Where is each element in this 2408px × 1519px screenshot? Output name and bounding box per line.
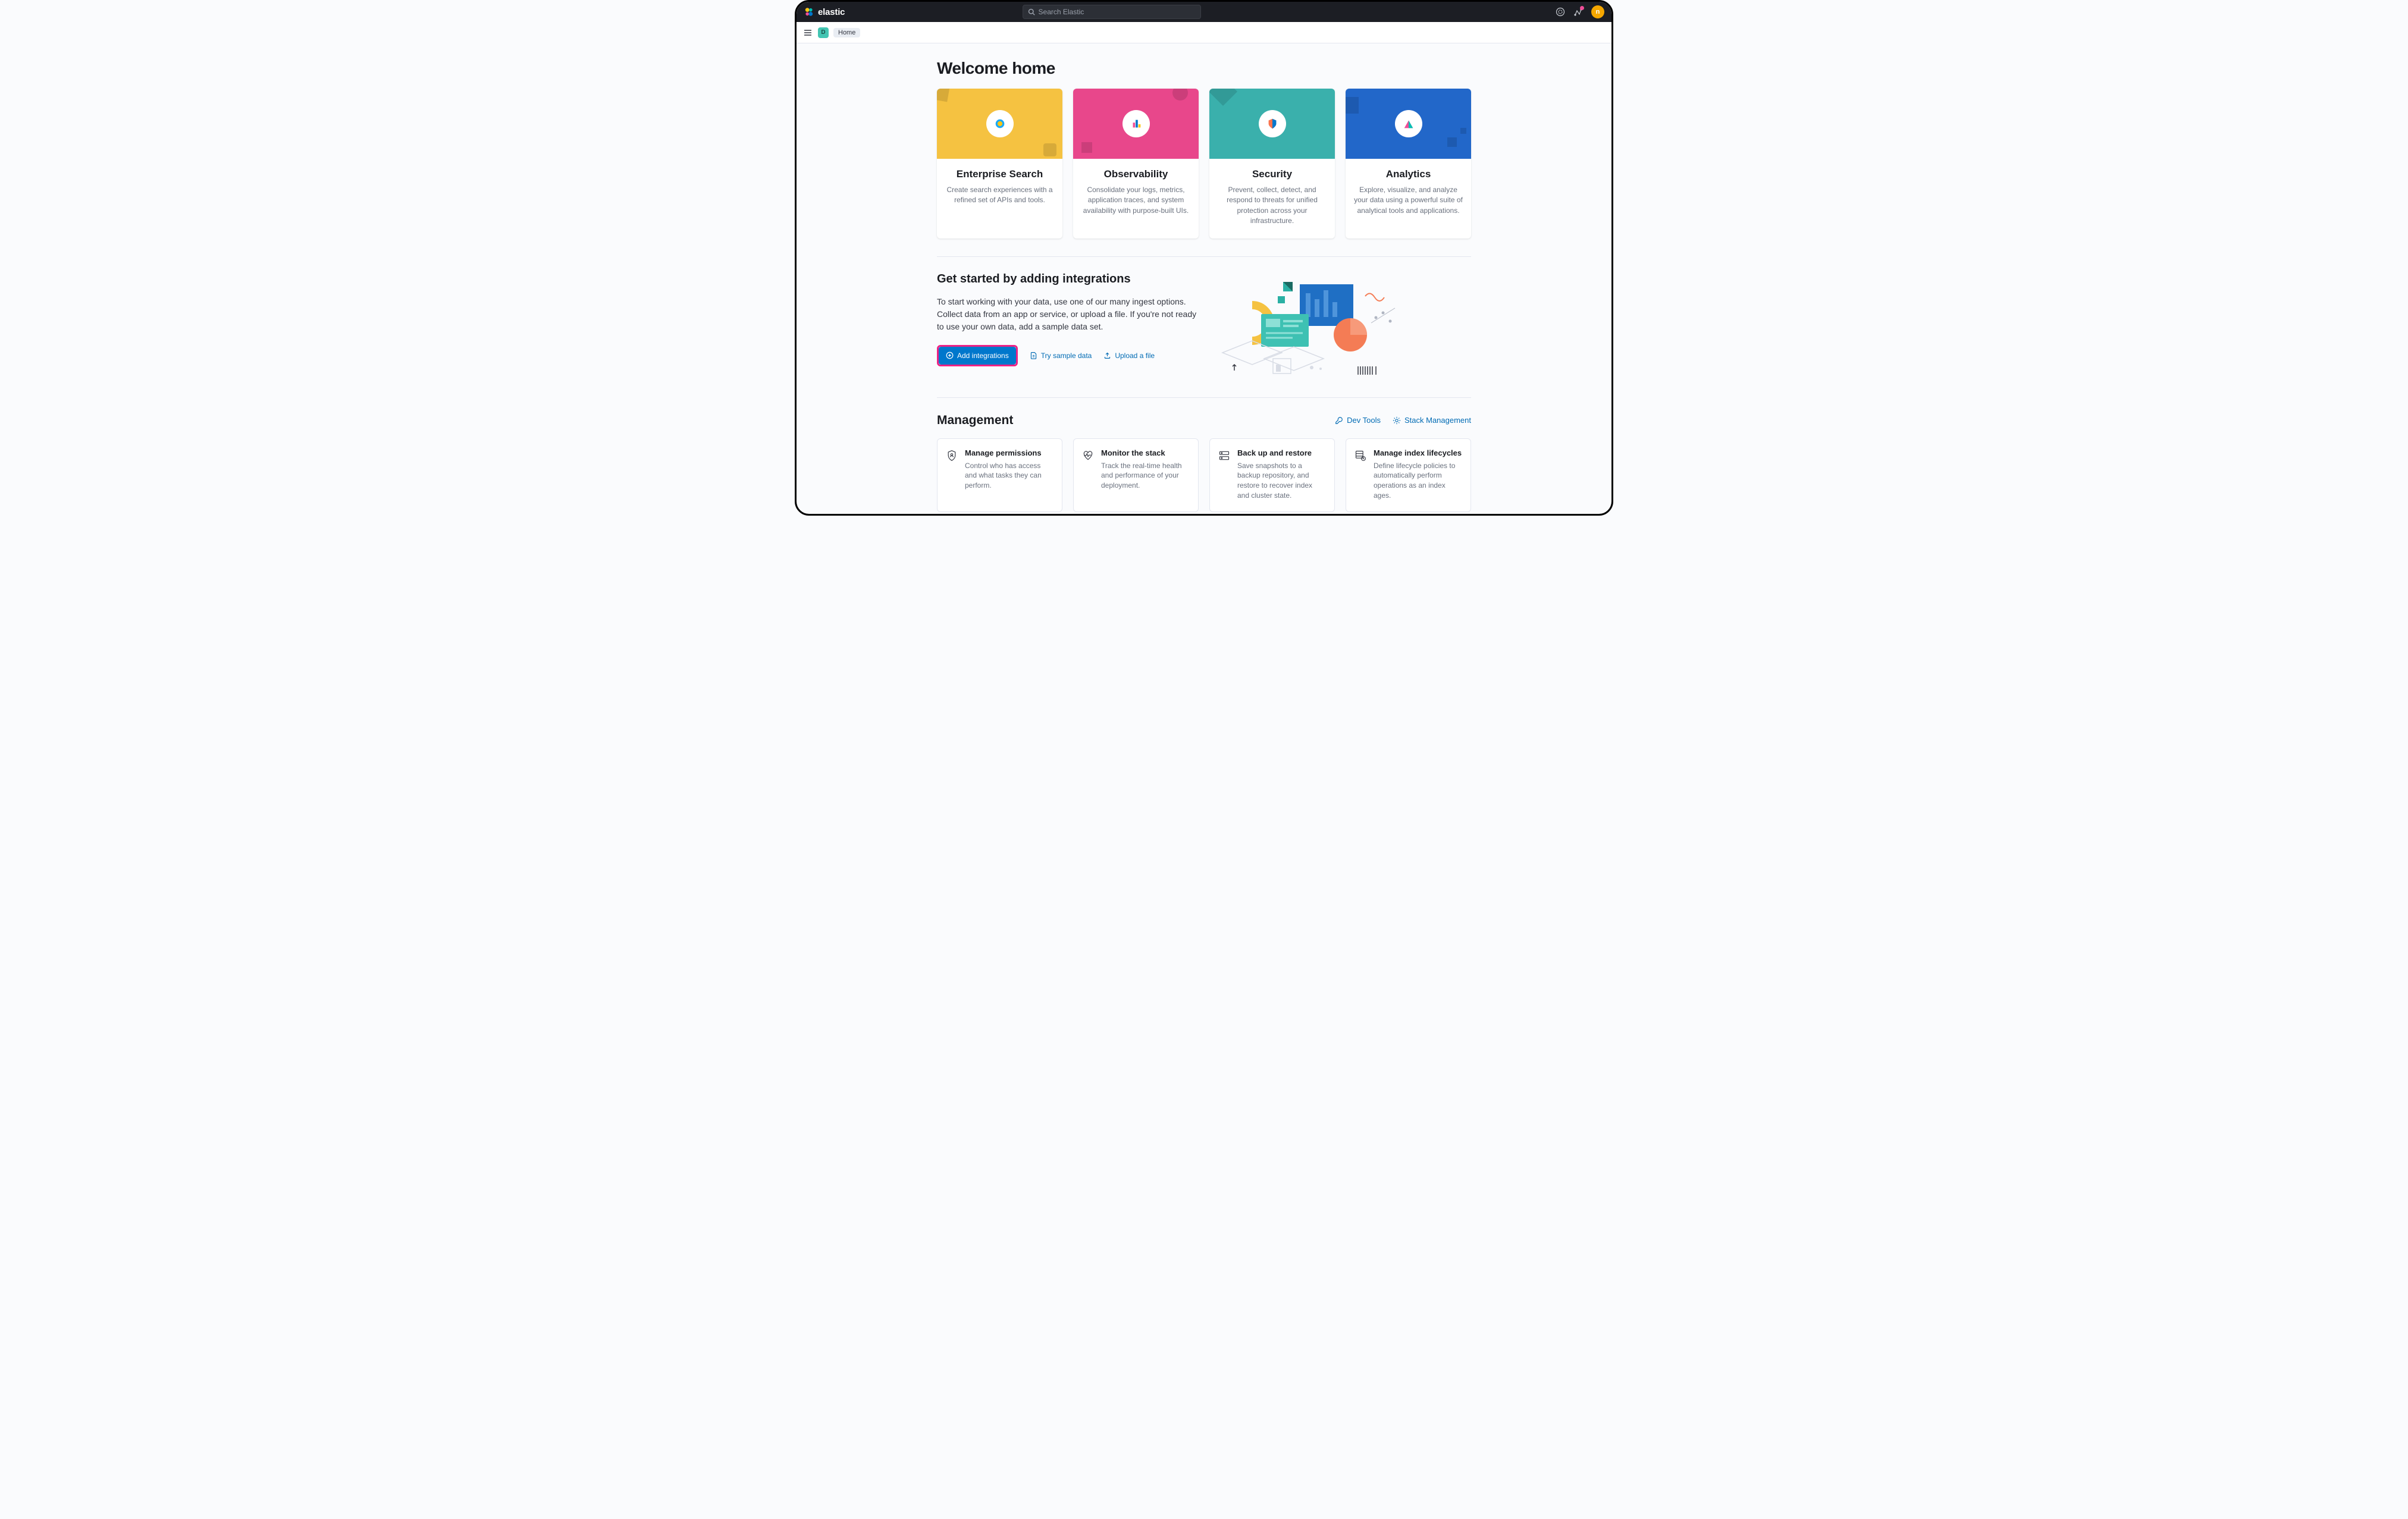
- solution-desc: Prevent, collect, detect, and respond to…: [1218, 185, 1327, 227]
- mgmt-manage-permissions[interactable]: Manage permissions Control who has acces…: [937, 438, 1062, 512]
- solution-title: Analytics: [1354, 168, 1463, 180]
- security-icon: [1266, 117, 1279, 130]
- brand-logo[interactable]: elastic: [804, 7, 845, 17]
- integrations-illustration: [1216, 272, 1407, 379]
- card-desc: Track the real-time health and performan…: [1101, 461, 1190, 491]
- mgmt-monitor-stack[interactable]: Monitor the stack Track the real-time he…: [1073, 438, 1199, 512]
- solution-security[interactable]: Security Prevent, collect, detect, and r…: [1209, 89, 1335, 238]
- link-label: Try sample data: [1041, 351, 1092, 360]
- solution-observability[interactable]: Observability Consolidate your logs, met…: [1073, 89, 1199, 238]
- wrench-icon: [1335, 416, 1343, 425]
- integrations-heading: Get started by adding integrations: [937, 272, 1199, 286]
- link-label: Stack Management: [1404, 416, 1471, 425]
- main-content: Welcome home Enterprise Search Create se…: [937, 43, 1471, 516]
- solution-analytics[interactable]: Analytics Explore, visualize, and analyz…: [1346, 89, 1471, 238]
- card-desc: Save snapshots to a backup repository, a…: [1237, 461, 1326, 501]
- breadcrumb-bar: D Home: [797, 22, 1611, 43]
- brand-name: elastic: [818, 7, 845, 17]
- nav-toggle-icon[interactable]: [802, 27, 813, 38]
- storage-icon: [1218, 450, 1230, 465]
- gear-icon: [1393, 416, 1401, 425]
- divider: [937, 256, 1471, 257]
- add-integrations-highlight: Add integrations: [937, 345, 1018, 366]
- card-desc: Control who has access and what tasks th…: [965, 461, 1054, 491]
- dev-tools-link[interactable]: Dev Tools: [1335, 416, 1381, 425]
- observability-icon: [1130, 117, 1143, 130]
- link-label: Upload a file: [1115, 351, 1155, 360]
- document-icon: [1030, 351, 1037, 359]
- page-title: Welcome home: [937, 59, 1471, 78]
- index-settings-icon: [1354, 450, 1366, 465]
- elastic-logo-icon: [804, 7, 814, 17]
- mgmt-backup-restore[interactable]: Back up and restore Save snapshots to a …: [1209, 438, 1335, 512]
- integrations-section: Get started by adding integrations To st…: [937, 272, 1471, 379]
- solution-title: Enterprise Search: [945, 168, 1054, 180]
- card-title: Manage index lifecycles: [1374, 448, 1462, 457]
- management-cards: Manage permissions Control who has acces…: [937, 438, 1471, 512]
- shield-user-icon: [946, 450, 958, 465]
- user-avatar[interactable]: n: [1591, 5, 1604, 18]
- app-frame: elastic Search Elastic n D Home We: [795, 0, 1613, 516]
- breadcrumb-home[interactable]: Home: [833, 28, 860, 37]
- mgmt-index-lifecycles[interactable]: Manage index lifecycles Define lifecycle…: [1346, 438, 1471, 512]
- divider: [937, 397, 1471, 398]
- integrations-text: To start working with your data, use one…: [937, 296, 1199, 333]
- stack-management-link[interactable]: Stack Management: [1393, 416, 1471, 425]
- solution-title: Observability: [1081, 168, 1190, 180]
- search-placeholder: Search Elastic: [1039, 8, 1084, 16]
- solution-desc: Create search experiences with a refined…: [945, 185, 1054, 206]
- link-label: Dev Tools: [1347, 416, 1381, 425]
- notification-dot: [1580, 6, 1584, 10]
- management-header: Management Dev Tools Stack Management: [937, 413, 1471, 428]
- enterprise-search-icon: [993, 117, 1007, 130]
- global-header: elastic Search Elastic n: [797, 2, 1611, 22]
- upload-file-link[interactable]: Upload a file: [1103, 351, 1155, 360]
- analytics-icon: [1402, 117, 1415, 130]
- search-icon: [1028, 8, 1035, 15]
- card-title: Manage permissions: [965, 448, 1054, 457]
- try-sample-data-link[interactable]: Try sample data: [1030, 351, 1092, 360]
- heartbeat-icon: [1082, 450, 1094, 465]
- plus-circle-icon: [946, 351, 954, 359]
- card-desc: Define lifecycle policies to automatical…: [1374, 461, 1462, 501]
- button-label: Add integrations: [957, 351, 1009, 360]
- add-integrations-button[interactable]: Add integrations: [939, 347, 1016, 365]
- solution-cards: Enterprise Search Create search experien…: [937, 89, 1471, 238]
- card-title: Back up and restore: [1237, 448, 1326, 457]
- solution-title: Security: [1218, 168, 1327, 180]
- solution-enterprise-search[interactable]: Enterprise Search Create search experien…: [937, 89, 1062, 238]
- card-title: Monitor the stack: [1101, 448, 1190, 457]
- solution-desc: Explore, visualize, and analyze your dat…: [1354, 185, 1463, 216]
- management-title: Management: [937, 413, 1013, 428]
- help-icon[interactable]: [1556, 7, 1565, 17]
- upload-icon: [1103, 351, 1111, 359]
- newsfeed-icon[interactable]: [1573, 7, 1583, 17]
- space-selector[interactable]: D: [818, 27, 829, 38]
- solution-desc: Consolidate your logs, metrics, applicat…: [1081, 185, 1190, 216]
- global-search[interactable]: Search Elastic: [1023, 5, 1201, 19]
